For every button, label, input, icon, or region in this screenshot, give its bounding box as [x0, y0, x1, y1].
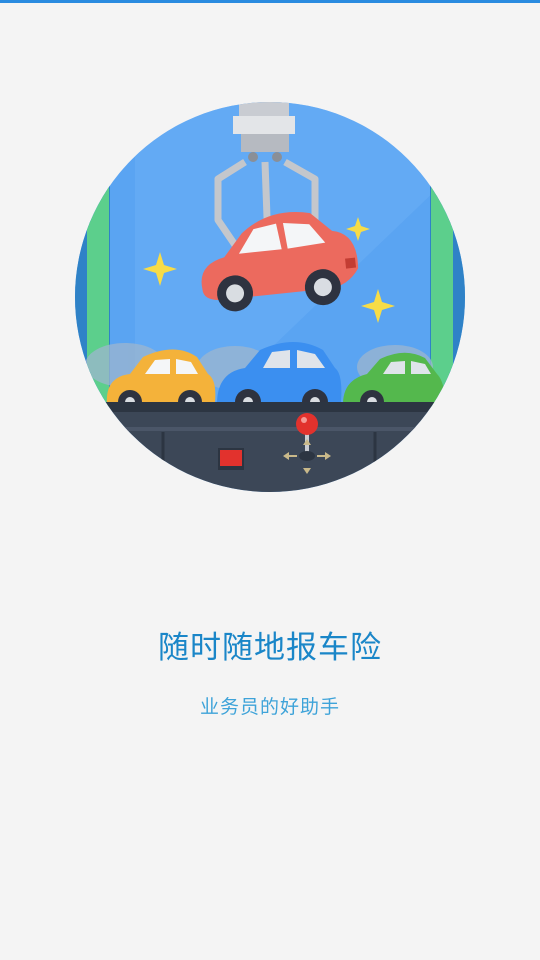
splash-title: 随时随地报车险	[158, 630, 382, 666]
splash-subtitle: 业务员的好助手	[199, 696, 340, 718]
machine-base	[75, 412, 465, 492]
hero-illustration	[75, 102, 465, 492]
status-bar-accent	[0, 0, 540, 3]
red-button-icon	[218, 448, 244, 470]
claw-machine-illustration	[75, 102, 465, 492]
